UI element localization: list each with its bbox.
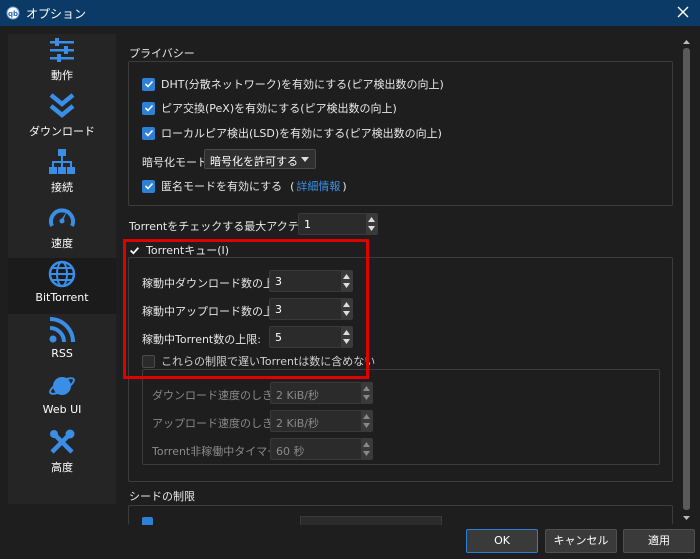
- checkmark-icon: [144, 80, 153, 88]
- anonymous-paren-open: (: [290, 179, 295, 193]
- anonymous-mode-label: 匿名モードを有効にする: [161, 180, 283, 193]
- encryption-mode-select[interactable]: 暗号化を許可する: [204, 149, 316, 169]
- spin-down-icon[interactable]: [363, 423, 370, 428]
- sidebar-item-label: ダウンロード: [29, 125, 95, 138]
- sidebar-item-label: BitTorrent: [35, 291, 89, 304]
- double-chevron-down-icon: [49, 93, 75, 118]
- spin-up-icon[interactable]: [363, 442, 370, 447]
- pex-label: ピア交換(PeX)を有効にする(ピア検出数の向上): [161, 102, 397, 115]
- checkbox-checked[interactable]: [142, 101, 155, 115]
- qbittorrent-logo-icon: qb: [6, 6, 20, 20]
- sidebar-item-label: 接続: [51, 181, 73, 194]
- spin-arrows[interactable]: [361, 439, 372, 459]
- tools-icon: [50, 429, 75, 454]
- checkbox-checked[interactable]: [142, 179, 155, 193]
- pex-checkbox-row[interactable]: ピア交換(PeX)を有効にする(ピア検出数の向上): [142, 99, 397, 117]
- spin-up-icon[interactable]: [363, 386, 370, 391]
- planet-icon: [49, 377, 75, 395]
- globe-icon: [48, 260, 76, 288]
- checkmark-icon: [144, 182, 153, 190]
- sidebar-item-label: 高度: [51, 461, 73, 474]
- sidebar-item-webui[interactable]: Web UI: [8, 370, 116, 426]
- dht-checkbox-row[interactable]: DHT(分散ネットワーク)を有効にする(ピア検出数の向上): [142, 75, 444, 93]
- scrollbar-thumb[interactable]: [683, 48, 690, 510]
- anonymous-paren-close: ): [342, 179, 347, 193]
- window-title: オプション: [26, 6, 87, 21]
- sidebar-item-advanced[interactable]: 高度: [8, 426, 116, 482]
- inactive-timer-value: 60 秒: [276, 445, 305, 458]
- scroll-up-arrow-icon[interactable]: [682, 38, 691, 47]
- title-bar: qb オプション: [0, 0, 700, 26]
- inactive-timer-label: Torrent非稼働中タイマー:: [152, 445, 282, 458]
- spin-down-icon[interactable]: [363, 395, 370, 400]
- dht-label: DHT(分散ネットワーク)を有効にする(ピア検出数の向上): [161, 78, 444, 91]
- sidebar-item-bittorrent[interactable]: BitTorrent: [8, 258, 116, 314]
- sidebar-item-label: RSS: [51, 347, 73, 360]
- speedometer-icon: [49, 208, 75, 227]
- sidebar-item-connection[interactable]: 接続: [8, 146, 116, 202]
- download-threshold-value: 2 KiB/秒: [276, 389, 320, 402]
- sidebar-item-label: Web UI: [42, 403, 82, 416]
- lsd-label: ローカルピア検出(LSD)を有効にする(ピア検出数の向上): [161, 127, 442, 140]
- highlight-box: [123, 239, 369, 379]
- ok-button[interactable]: OK: [466, 529, 538, 553]
- sidebar-item-speed[interactable]: 速度: [8, 202, 116, 258]
- checkbox-checked[interactable]: [142, 517, 153, 525]
- seeding-limits-title: シードの制限: [129, 490, 195, 503]
- cancel-button[interactable]: キャンセル: [545, 529, 617, 553]
- sidebar: 動作 ダウンロード 接続 速度 BitTorrent RSS Web UI 高度: [8, 34, 116, 504]
- svg-text:qb: qb: [8, 10, 18, 18]
- spin-up-icon[interactable]: [368, 217, 375, 222]
- checkbox-checked[interactable]: [142, 77, 155, 91]
- spin-up-icon[interactable]: [363, 414, 370, 419]
- seeding-ratio-spinbox[interactable]: [300, 516, 442, 525]
- privacy-section-title: プライバシー: [129, 47, 195, 60]
- sidebar-item-downloads[interactable]: ダウンロード: [8, 90, 116, 146]
- sidebar-item-label: 動作: [51, 69, 73, 82]
- chevron-down-icon: [301, 157, 309, 162]
- checkmark-icon: [144, 104, 153, 112]
- upload-threshold-spinbox[interactable]: 2 KiB/秒: [270, 410, 373, 432]
- encryption-mode-label: 暗号化モード:: [142, 156, 212, 169]
- apply-button[interactable]: 適用: [623, 529, 695, 553]
- scroll-down-arrow-icon[interactable]: [682, 513, 691, 522]
- rss-icon: [49, 317, 75, 343]
- inactive-timer-spinbox[interactable]: 60 秒: [270, 438, 373, 460]
- checkmark-icon: [144, 129, 153, 137]
- checkbox-checked[interactable]: [142, 126, 155, 140]
- sidebar-item-label: 速度: [51, 237, 73, 250]
- sliders-icon: [50, 38, 74, 62]
- spin-arrows[interactable]: [361, 411, 372, 431]
- upload-threshold-value: 2 KiB/秒: [276, 417, 320, 430]
- sidebar-item-rss[interactable]: RSS: [8, 314, 116, 370]
- spin-arrows[interactable]: [366, 214, 377, 234]
- anonymous-mode-checkbox-row[interactable]: 匿名モードを有効にする ( 詳細情報 ): [142, 177, 347, 195]
- close-icon[interactable]: [674, 3, 692, 21]
- lsd-checkbox-row[interactable]: ローカルピア検出(LSD)を有効にする(ピア検出数の向上): [142, 124, 442, 142]
- spin-down-icon[interactable]: [368, 226, 375, 231]
- download-threshold-spinbox[interactable]: 2 KiB/秒: [270, 382, 373, 404]
- encryption-mode-value: 暗号化を許可する: [210, 155, 298, 168]
- max-active-checking-spinbox[interactable]: 1: [298, 213, 378, 235]
- sidebar-item-behavior[interactable]: 動作: [8, 34, 116, 90]
- more-info-link[interactable]: 詳細情報: [296, 178, 340, 194]
- network-icon: [49, 149, 75, 174]
- max-active-checking-value: 1: [304, 218, 311, 231]
- spin-arrows[interactable]: [361, 383, 372, 403]
- spin-down-icon[interactable]: [363, 451, 370, 456]
